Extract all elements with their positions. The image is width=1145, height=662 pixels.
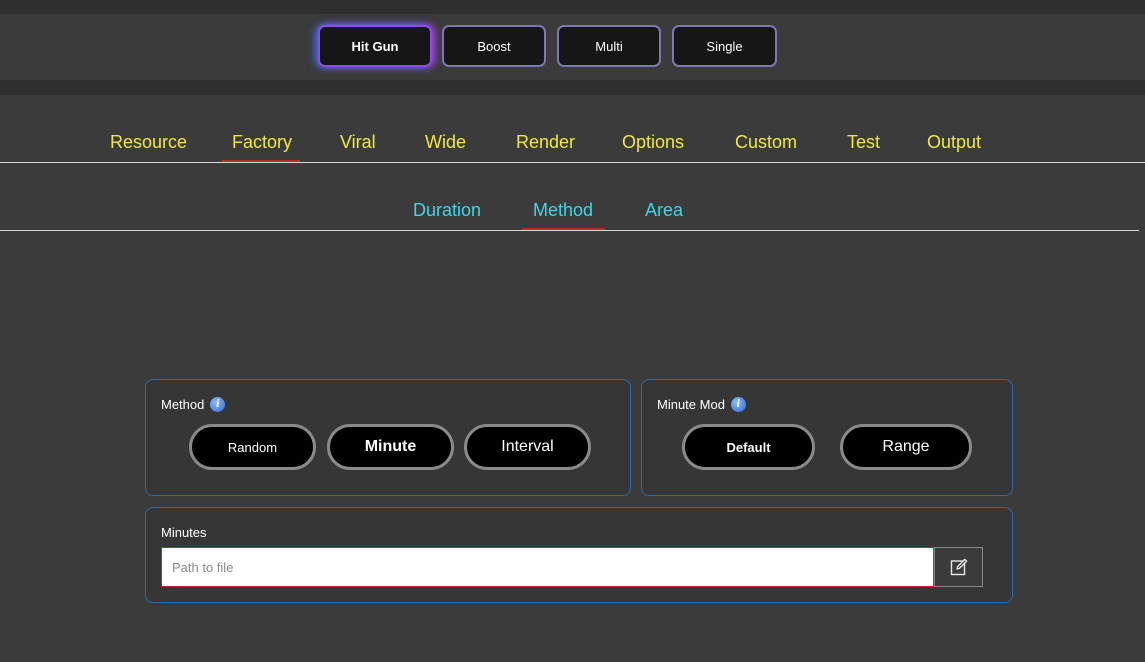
mode-button-hit-gun[interactable]: Hit Gun xyxy=(318,25,432,67)
method-option-minute[interactable]: Minute xyxy=(327,424,454,470)
edit-icon xyxy=(950,558,967,576)
method-label: Method i xyxy=(161,397,226,412)
tab-wide[interactable]: Wide xyxy=(425,132,466,153)
mode-button-single[interactable]: Single xyxy=(672,25,777,67)
mode-button-boost[interactable]: Boost xyxy=(442,25,546,67)
minutes-label: Minutes xyxy=(161,525,207,540)
minute-mod-label-text: Minute Mod xyxy=(657,397,725,412)
method-option-random[interactable]: Random xyxy=(189,424,316,470)
info-icon[interactable]: i xyxy=(210,397,226,412)
method-option-interval[interactable]: Interval xyxy=(464,424,591,470)
method-label-text: Method xyxy=(161,397,205,412)
minute-mod-label: Minute Mod i xyxy=(657,397,746,412)
subtab-method[interactable]: Method xyxy=(533,200,593,221)
mode-bar-divider xyxy=(0,80,1145,95)
tab-viral[interactable]: Viral xyxy=(340,132,376,153)
tab-resource[interactable]: Resource xyxy=(110,132,187,153)
info-icon[interactable]: i xyxy=(730,397,746,412)
mode-button-multi[interactable]: Multi xyxy=(557,25,661,67)
minutes-path-input[interactable] xyxy=(161,547,934,587)
minute-mod-option-default[interactable]: Default xyxy=(682,424,815,470)
tab-render[interactable]: Render xyxy=(516,132,575,153)
tab-options[interactable]: Options xyxy=(622,132,684,153)
tab-test[interactable]: Test xyxy=(847,132,880,153)
main-tabs-divider xyxy=(0,162,1145,163)
edit-button[interactable] xyxy=(934,547,983,587)
subtab-duration[interactable]: Duration xyxy=(413,200,481,221)
tab-factory[interactable]: Factory xyxy=(232,132,292,153)
subtab-area[interactable]: Area xyxy=(645,200,683,221)
tab-output[interactable]: Output xyxy=(927,132,981,153)
tab-custom[interactable]: Custom xyxy=(735,132,797,153)
top-strip xyxy=(0,0,1145,14)
sub-tabs-divider xyxy=(0,230,1139,231)
minutes-label-text: Minutes xyxy=(161,525,207,540)
minute-mod-option-range[interactable]: Range xyxy=(840,424,972,470)
